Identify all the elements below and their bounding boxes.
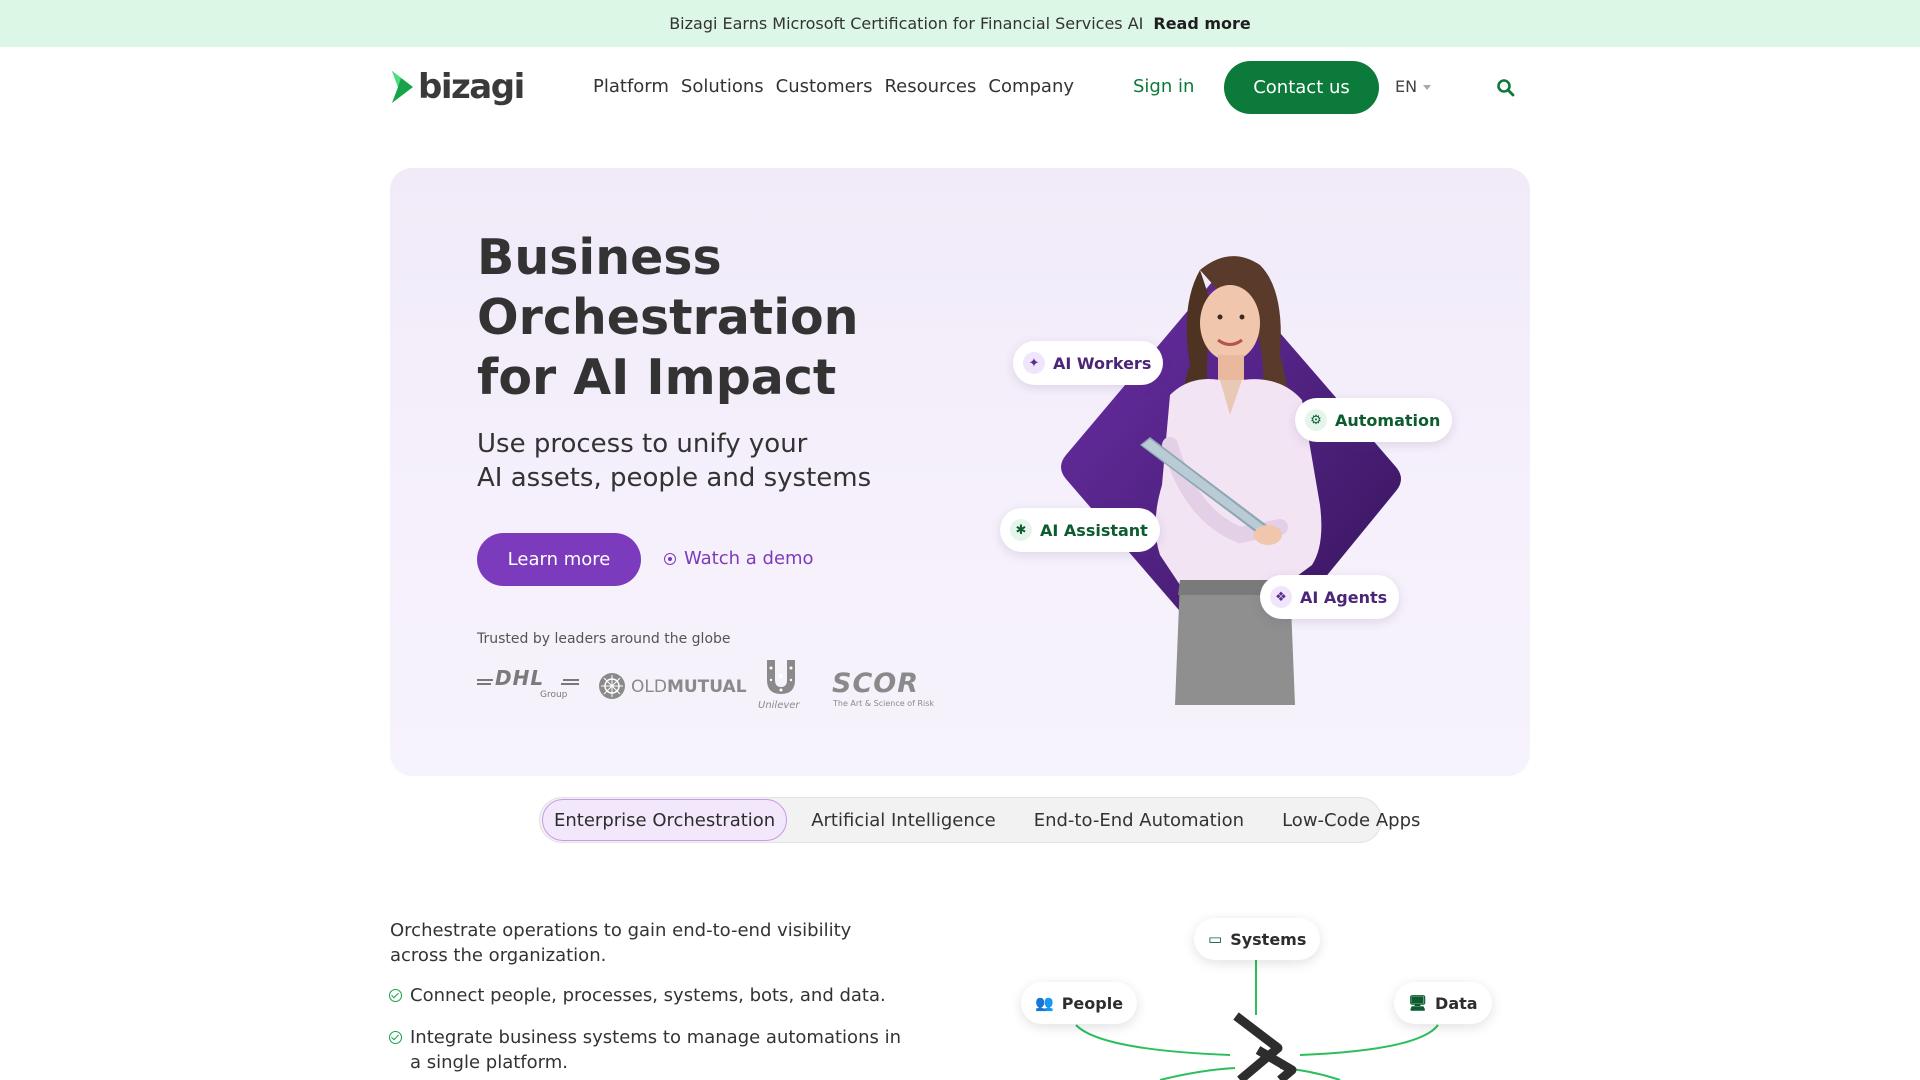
- bullet-text: Integrate business systems to manage aut…: [410, 1027, 901, 1073]
- trusted-label: Trusted by leaders around the globe: [477, 631, 731, 647]
- laptop-icon: ▭: [1208, 930, 1223, 948]
- scor-logo: SCOR The Art & Science of Risk: [832, 668, 942, 708]
- oldmutual-emblem-icon: [599, 673, 625, 699]
- feature-bullet: Connect people, processes, systems, bots…: [389, 983, 909, 1008]
- watch-demo-label: Watch a demo: [684, 548, 814, 569]
- search-icon[interactable]: [1496, 78, 1516, 98]
- announcement-bar: Bizagi Earns Microsoft Certification for…: [0, 0, 1920, 47]
- hero-subtitle-line: Use process to unify your: [477, 429, 808, 459]
- hero-title-line: Business: [477, 229, 722, 286]
- feature-tabs: Enterprise Orchestration Artificial Inte…: [539, 797, 1420, 843]
- bullet-text: Connect people, processes, systems, bots…: [410, 985, 886, 1006]
- unilever-text: Unilever: [758, 700, 800, 711]
- main-nav: Platform Solutions Customers Resources C…: [593, 76, 1074, 97]
- play-circle-icon: [664, 552, 676, 565]
- unilever-logo: Unilever: [758, 658, 806, 714]
- hero-title-line: for AI Impact: [477, 349, 837, 406]
- chevron-down-icon: [1423, 85, 1432, 90]
- chip-label: AI Agents: [1300, 587, 1388, 607]
- language-selector[interactable]: EN: [1395, 77, 1432, 96]
- asterisk-flower-icon: ✱: [1010, 519, 1032, 541]
- nav-item-platform[interactable]: Platform: [593, 76, 669, 97]
- chip-automation: ⚙ Automation: [1295, 398, 1453, 442]
- language-label: EN: [1395, 77, 1418, 96]
- watch-demo-link[interactable]: Watch a demo: [664, 548, 814, 569]
- bizagi-logo[interactable]: bizagi: [389, 67, 525, 107]
- oldmutual-logo: OLDMUTUAL: [598, 672, 747, 704]
- diagram-node-systems: ▭ Systems: [1194, 918, 1321, 960]
- sparkle-icon: ✦: [1023, 352, 1045, 374]
- node-label: Data: [1435, 993, 1478, 1013]
- woman-portrait-image: [1140, 256, 1322, 705]
- hero-subtitle: Use process to unify your AI assets, peo…: [477, 427, 897, 495]
- chip-ai-agents: ❖ AI Agents: [1260, 575, 1400, 619]
- monitor-icon: 🖥: [1408, 994, 1428, 1012]
- tab-low-code-apps[interactable]: Low-Code Apps: [1270, 799, 1432, 841]
- check-circle-icon: [389, 989, 402, 1002]
- hero-subtitle-line: AI assets, people and systems: [477, 463, 872, 493]
- dhl-logo-sub: Group: [540, 690, 568, 700]
- nav-item-company[interactable]: Company: [988, 76, 1074, 97]
- chip-label: AI Assistant: [1040, 520, 1148, 540]
- diagram-node-data: 🖥 Data: [1394, 982, 1492, 1024]
- nav-item-customers[interactable]: Customers: [776, 76, 873, 97]
- learn-more-button[interactable]: Learn more: [477, 533, 641, 586]
- people-icon: 👥: [1035, 994, 1054, 1012]
- chip-label: AI Workers: [1053, 353, 1152, 373]
- diagram-node-people: 👥 People: [1021, 982, 1138, 1024]
- nav-item-solutions[interactable]: Solutions: [681, 76, 764, 97]
- bizagi-logo-icon: [392, 71, 413, 103]
- section-description: Orchestrate operations to gain end-to-en…: [390, 920, 852, 966]
- hero-title-line: Orchestration: [477, 289, 859, 346]
- oldmutual-text-bold: MUTUAL: [666, 677, 747, 697]
- chip-label: Automation: [1335, 410, 1441, 430]
- scor-text: SCOR: [832, 668, 920, 699]
- dhl-logo: DHL Group: [477, 666, 579, 706]
- check-circle-icon: [389, 1031, 402, 1044]
- chip-ai-workers: ✦ AI Workers: [1013, 341, 1164, 385]
- announcement-read-more-link[interactable]: Read more: [1153, 14, 1250, 33]
- unilever-u-icon: [767, 660, 795, 694]
- agent-badge-icon: ❖: [1270, 586, 1292, 608]
- feature-bullet: Integrate business systems to manage aut…: [389, 1025, 909, 1075]
- tab-artificial-intelligence[interactable]: Artificial Intelligence: [799, 799, 1008, 841]
- scor-tagline: The Art & Science of Risk: [833, 699, 935, 708]
- node-label: People: [1061, 993, 1124, 1013]
- nav-item-resources[interactable]: Resources: [884, 76, 976, 97]
- bizagi-mark-icon: [1233, 1012, 1283, 1080]
- logo-wordmark: bizagi: [418, 67, 525, 107]
- sign-in-link[interactable]: Sign in: [1133, 76, 1194, 97]
- announcement-text: Bizagi Earns Microsoft Certification for…: [669, 14, 1144, 33]
- contact-us-button[interactable]: Contact us: [1224, 61, 1379, 114]
- oldmutual-text-light: OLD: [631, 677, 667, 697]
- chip-ai-assistant: ✱ AI Assistant: [1000, 508, 1160, 552]
- tab-enterprise-orchestration[interactable]: Enterprise Orchestration: [542, 799, 788, 841]
- gear-icon: ⚙: [1305, 409, 1327, 431]
- node-label: Systems: [1230, 929, 1307, 949]
- dhl-logo-text: DHL: [495, 666, 545, 690]
- hero-title: Business Orchestration for AI Impact: [477, 228, 897, 408]
- tab-end-to-end-automation[interactable]: End-to-End Automation: [1022, 799, 1256, 841]
